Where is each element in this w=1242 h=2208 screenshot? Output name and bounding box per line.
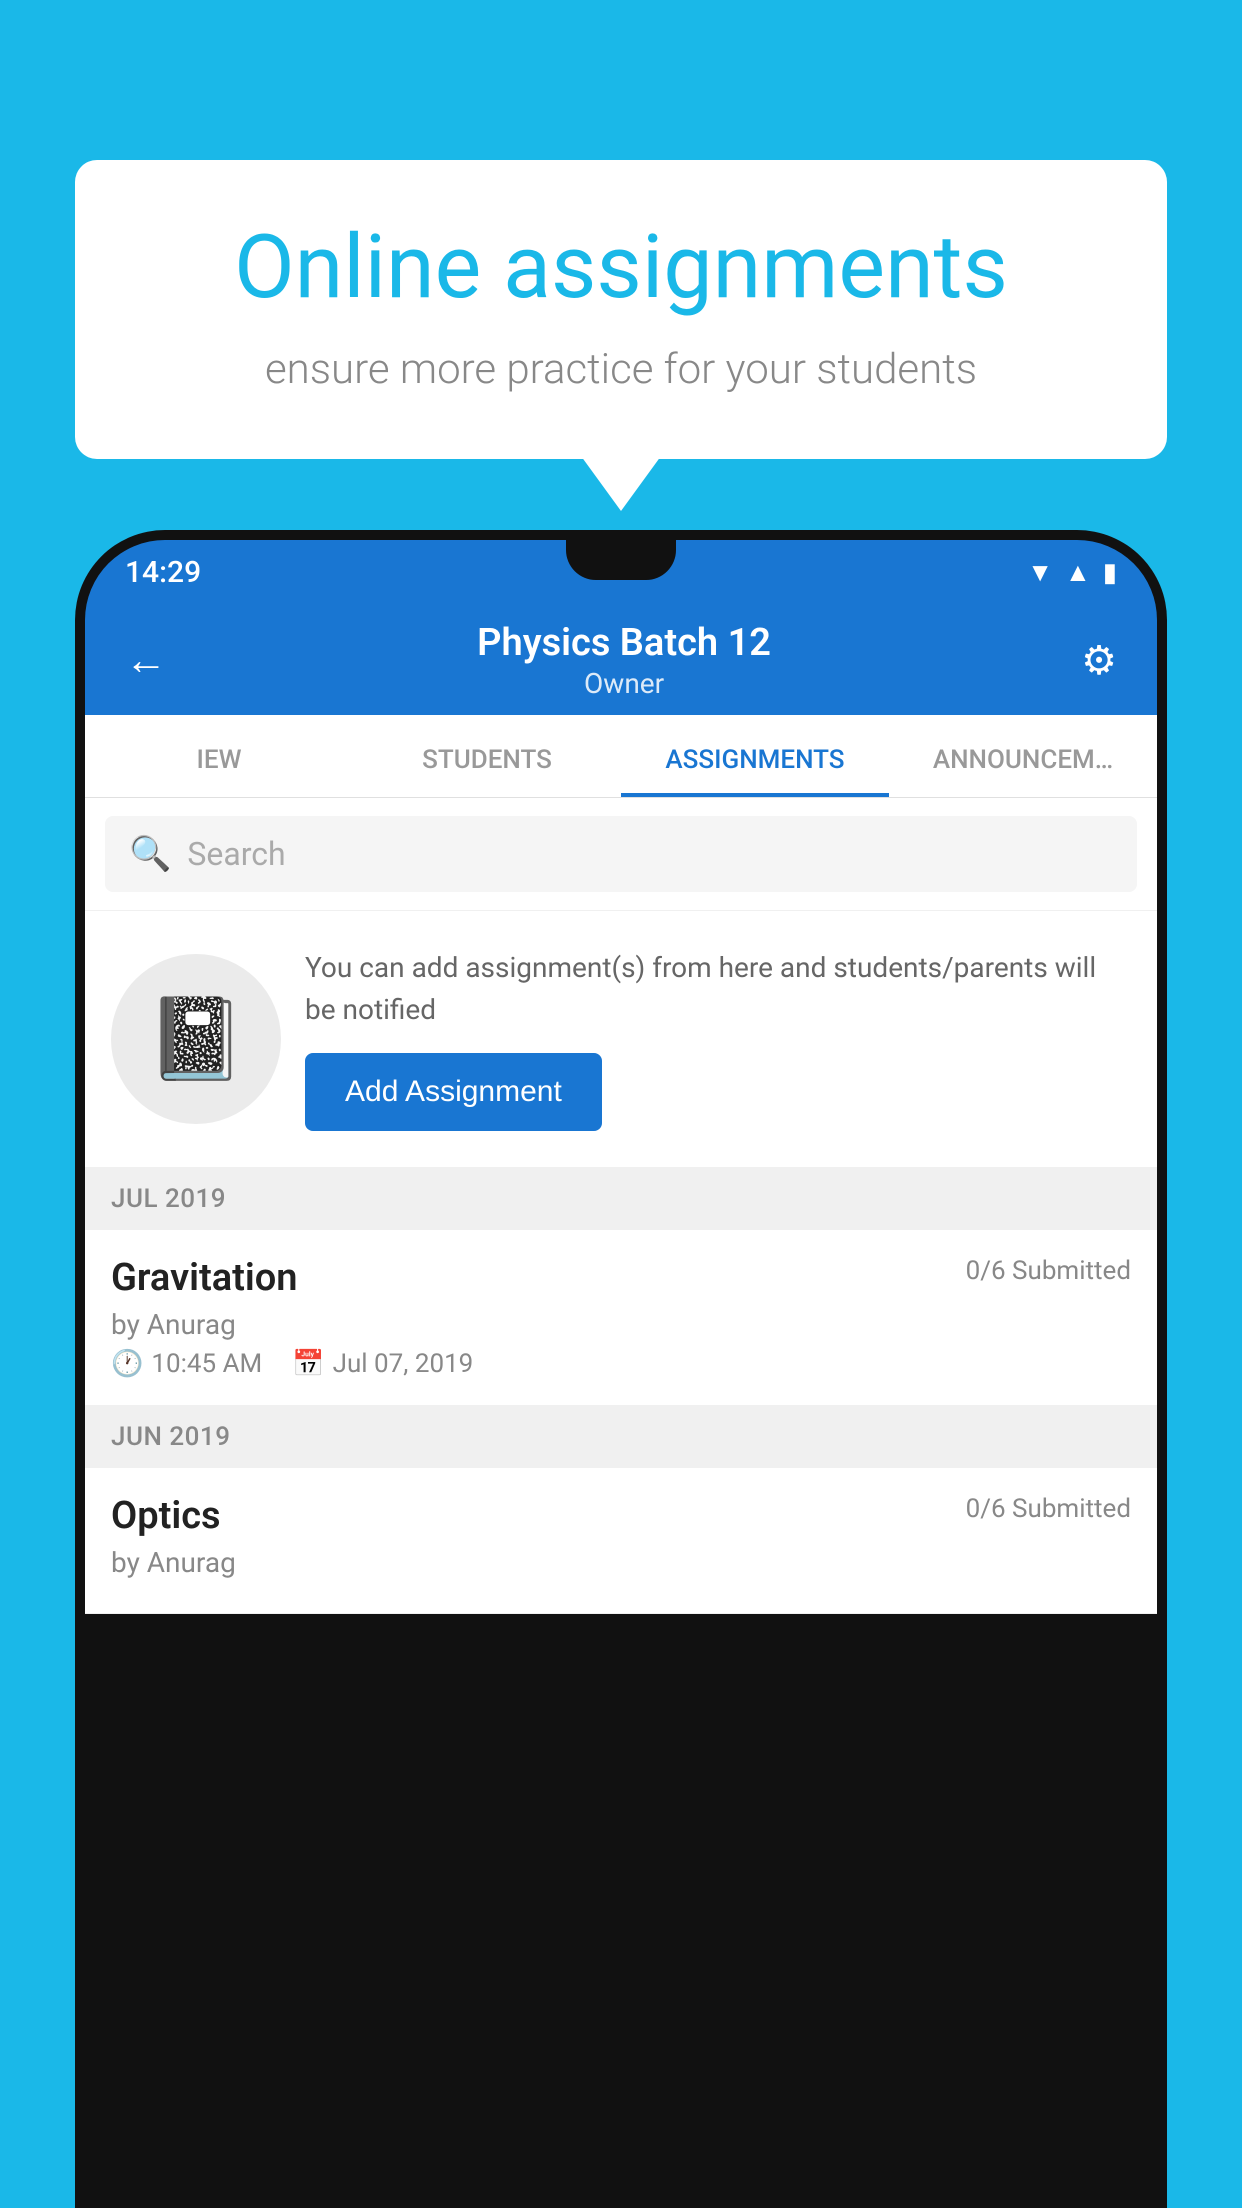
tab-assignments[interactable]: ASSIGNMENTS bbox=[621, 715, 889, 797]
assignment-title-optics: Optics bbox=[111, 1494, 221, 1538]
tabs-container: IEW STUDENTS ASSIGNMENTS ANNOUNCEM… bbox=[85, 715, 1157, 798]
info-text-area: You can add assignment(s) from here and … bbox=[305, 947, 1131, 1131]
tab-announcements[interactable]: ANNOUNCEM… bbox=[889, 715, 1157, 797]
assignment-top-row: Gravitation 0/6 Submitted bbox=[111, 1256, 1131, 1300]
clock-icon: 🕐 bbox=[111, 1349, 143, 1379]
search-bar[interactable]: 🔍 Search bbox=[105, 816, 1137, 892]
phone-frame: 14:29 ▼ ▲ ▮ ← Physics Batch 12 Owner ⚙ I… bbox=[75, 530, 1167, 2208]
batch-owner: Owner bbox=[177, 667, 1071, 700]
bubble-subtitle: ensure more practice for your students bbox=[145, 345, 1097, 394]
notebook-icon: 📓 bbox=[146, 992, 246, 1086]
back-button[interactable]: ← bbox=[115, 626, 177, 695]
signal-icon: ▲ bbox=[1065, 557, 1091, 588]
app-bar-title: Physics Batch 12 Owner bbox=[177, 621, 1071, 700]
speech-bubble-container: Online assignments ensure more practice … bbox=[75, 160, 1167, 459]
status-icons: ▼ ▲ ▮ bbox=[1027, 557, 1117, 588]
assignment-top-row-optics: Optics 0/6 Submitted bbox=[111, 1494, 1131, 1538]
calendar-icon: 📅 bbox=[292, 1349, 324, 1379]
assignment-date-gravitation: 📅 Jul 07, 2019 bbox=[292, 1349, 473, 1379]
assignment-author-optics: by Anurag bbox=[111, 1546, 1131, 1579]
assignment-item-optics[interactable]: Optics 0/6 Submitted by Anurag bbox=[85, 1468, 1157, 1614]
assignment-icon-circle: 📓 bbox=[111, 954, 281, 1124]
assignment-status-optics: 0/6 Submitted bbox=[966, 1494, 1131, 1524]
battery-icon: ▮ bbox=[1103, 558, 1117, 588]
wifi-icon: ▼ bbox=[1027, 557, 1053, 588]
status-time: 14:29 bbox=[125, 555, 201, 590]
assignment-status-gravitation: 0/6 Submitted bbox=[966, 1256, 1131, 1286]
status-bar: 14:29 ▼ ▲ ▮ bbox=[85, 540, 1157, 605]
assignment-time-gravitation: 🕐 10:45 AM bbox=[111, 1349, 262, 1379]
info-section: 📓 You can add assignment(s) from here an… bbox=[85, 911, 1157, 1168]
batch-title: Physics Batch 12 bbox=[177, 621, 1071, 665]
notch bbox=[566, 540, 676, 580]
app-bar: ← Physics Batch 12 Owner ⚙ bbox=[85, 605, 1157, 715]
screen-content: 🔍 Search 📓 You can add assignment(s) fro… bbox=[85, 798, 1157, 1614]
section-header-jun: JUN 2019 bbox=[85, 1406, 1157, 1468]
bubble-title: Online assignments bbox=[145, 220, 1097, 317]
search-placeholder: Search bbox=[187, 835, 285, 873]
section-header-jul: JUL 2019 bbox=[85, 1168, 1157, 1230]
settings-button[interactable]: ⚙ bbox=[1071, 627, 1127, 694]
search-icon: 🔍 bbox=[129, 834, 171, 874]
assignment-meta-gravitation: 🕐 10:45 AM 📅 Jul 07, 2019 bbox=[111, 1349, 1131, 1379]
tab-iew[interactable]: IEW bbox=[85, 715, 353, 797]
speech-bubble: Online assignments ensure more practice … bbox=[75, 160, 1167, 459]
info-description: You can add assignment(s) from here and … bbox=[305, 947, 1131, 1031]
assignment-title-gravitation: Gravitation bbox=[111, 1256, 298, 1300]
add-assignment-button[interactable]: Add Assignment bbox=[305, 1053, 602, 1131]
assignment-author-gravitation: by Anurag bbox=[111, 1308, 1131, 1341]
tab-students[interactable]: STUDENTS bbox=[353, 715, 621, 797]
assignment-item-gravitation[interactable]: Gravitation 0/6 Submitted by Anurag 🕐 10… bbox=[85, 1230, 1157, 1406]
phone-inner: 14:29 ▼ ▲ ▮ ← Physics Batch 12 Owner ⚙ I… bbox=[85, 540, 1157, 2208]
search-container: 🔍 Search bbox=[85, 798, 1157, 911]
